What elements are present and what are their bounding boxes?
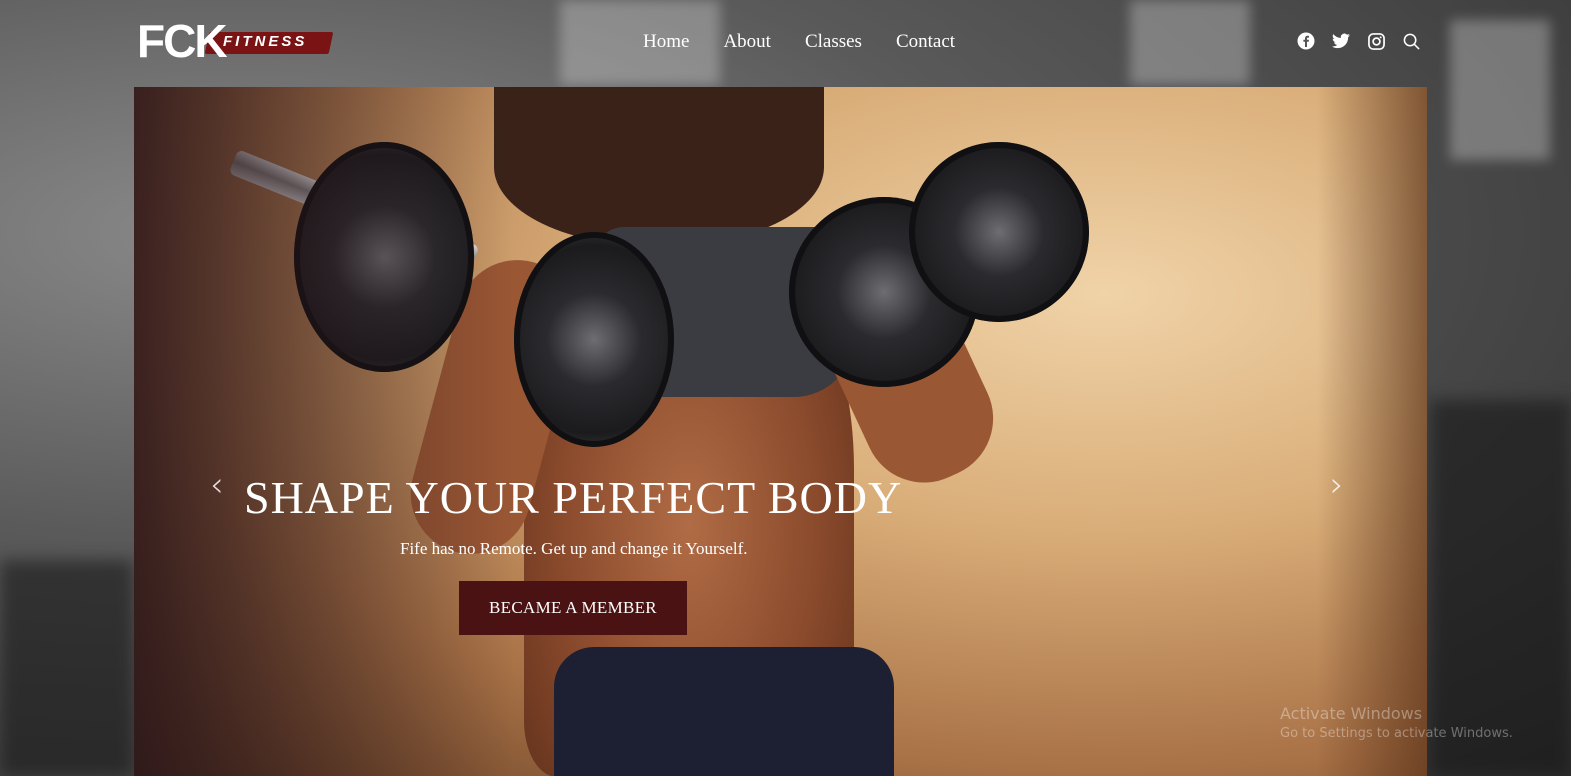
dumbbell-plate	[909, 142, 1089, 322]
twitter-icon[interactable]	[1331, 31, 1351, 51]
search-icon[interactable]	[1401, 31, 1421, 51]
hero-wall-shade	[1317, 87, 1427, 776]
watermark-line2: Go to Settings to activate Windows.	[1280, 726, 1513, 742]
watermark-line1: Activate Windows	[1280, 704, 1423, 723]
slider-prev-arrow[interactable]: ‹	[210, 465, 224, 505]
slider-next-arrow[interactable]: ›	[1330, 465, 1344, 505]
nav-about[interactable]: About	[723, 31, 771, 53]
social-links	[1296, 31, 1421, 51]
hero-subtitle: Fife has no Remote. Get up and change it…	[400, 539, 748, 558]
nav-contact[interactable]: Contact	[896, 31, 955, 53]
facebook-icon[interactable]	[1296, 31, 1316, 51]
main-nav: Home About Classes Contact	[643, 31, 989, 53]
hero-slider: ‹ ›	[134, 87, 1427, 776]
os-activation-watermark: Activate Windows Go to Settings to activ…	[1280, 703, 1513, 744]
instagram-icon[interactable]	[1366, 31, 1386, 51]
background-window	[1450, 20, 1550, 160]
background-window	[1130, 0, 1250, 85]
athlete-hair	[494, 87, 824, 247]
nav-home[interactable]: Home	[643, 31, 689, 53]
background-shadow	[0, 560, 134, 776]
dumbbell-plate	[514, 232, 674, 447]
logo-tagline: FITNESS	[223, 33, 308, 50]
nav-classes[interactable]: Classes	[805, 31, 862, 53]
hero-left-shade	[134, 87, 514, 776]
logo-wordmark: FCK	[137, 15, 228, 67]
hero-title: SHAPE YOUR PERFECT BODY	[244, 472, 903, 523]
athlete-shorts	[554, 647, 894, 776]
site-logo[interactable]: FCK FITNESS	[137, 14, 334, 67]
become-member-button[interactable]: BECAME A MEMBER	[459, 581, 687, 635]
